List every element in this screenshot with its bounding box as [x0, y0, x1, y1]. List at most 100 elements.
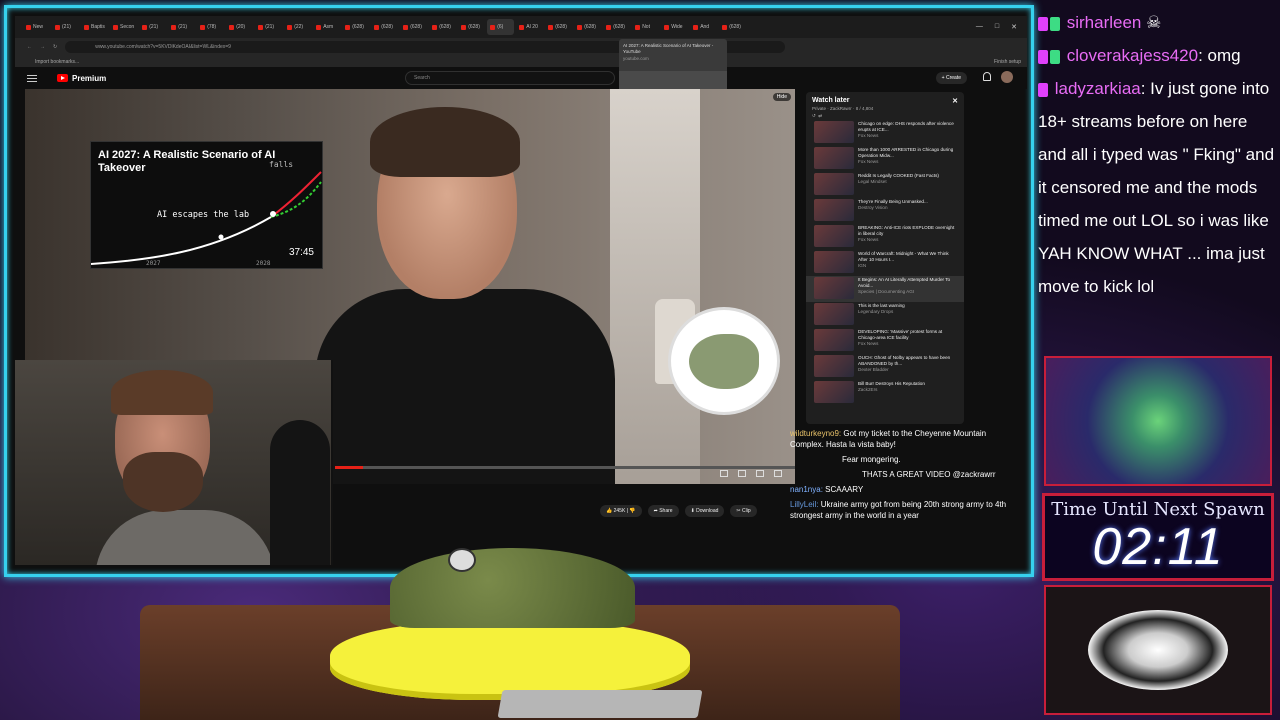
finish-setup-link[interactable]: Finish setup — [994, 59, 1027, 65]
player-controls — [720, 470, 782, 477]
browser-tab[interactable]: (21) — [139, 19, 166, 35]
moderator-badge-icon — [1050, 49, 1060, 64]
list-item[interactable]: BREAKING: Anti-ICE riots EXPLODE overnig… — [806, 224, 964, 250]
browser-tab[interactable]: (20) — [226, 19, 253, 35]
timer-label: Time Until Next Spawn — [1051, 499, 1265, 520]
browser-tab[interactable]: (628) — [371, 19, 398, 35]
tab-favicon — [84, 24, 89, 30]
video-thumbnail — [814, 173, 854, 195]
browser-tab[interactable]: (628) — [400, 19, 427, 35]
streamer-body — [95, 510, 275, 565]
video-thumbnail — [814, 355, 854, 377]
browser-tab[interactable]: (21) — [52, 19, 79, 35]
reload-icon[interactable]: ↻ — [53, 44, 57, 50]
video-thumbnail — [814, 303, 854, 325]
browser-tab[interactable]: Wide — [661, 19, 688, 35]
fullscreen-icon[interactable] — [774, 470, 782, 477]
video-thumbnail — [814, 225, 854, 247]
close-icon[interactable]: ✕ — [952, 97, 958, 105]
list-item[interactable]: They're Finally Being Unmasked... Destroy… — [806, 198, 964, 224]
notifications-bell-icon[interactable] — [983, 72, 991, 81]
browser-tab[interactable]: (628) — [719, 19, 746, 35]
list-item[interactable]: Reddit Is Legally COOKED (Fast Facts) Leg… — [806, 172, 964, 198]
loop-icon[interactable]: ↺ — [812, 113, 816, 118]
chat-username: LillyLeil: — [790, 500, 819, 509]
browser-tab-active[interactable]: (6) — [487, 19, 515, 35]
list-item[interactable]: This is the last warning Legendary Drops — [806, 302, 964, 328]
avatar[interactable] — [1001, 71, 1013, 83]
browser-tab[interactable]: (21) — [168, 19, 195, 35]
forward-icon[interactable]: → — [40, 44, 45, 50]
thumbnail-year-start: 2027 — [146, 260, 161, 267]
timer-value: 02:11 — [1092, 518, 1224, 576]
chat-username: nan1nya: — [790, 485, 823, 494]
chat-message: sirharleen ☠ — [1038, 6, 1276, 39]
search-input[interactable]: Search — [405, 71, 615, 85]
video-actions: 👍 245K | 👎 ➦ Share ⬇ Download ✂ Clip — [600, 505, 757, 517]
octopus-icon — [689, 333, 759, 389]
browser-tab[interactable]: Baptis — [81, 19, 108, 35]
tab-favicon — [490, 24, 496, 30]
browser-tab[interactable]: (628) — [342, 19, 369, 35]
chat-message: nan1nya: SCAAARY — [790, 485, 864, 494]
download-button[interactable]: ⬇ Download — [684, 505, 725, 517]
maximize-icon[interactable]: □ — [995, 23, 999, 31]
dislike-icon[interactable]: 👎 — [629, 508, 635, 514]
hide-button[interactable]: Hide — [772, 93, 791, 101]
back-icon[interactable]: ← — [27, 44, 32, 50]
tooltip-domain: youtube.com — [623, 55, 649, 61]
theater-icon[interactable] — [756, 470, 764, 477]
list-item[interactable]: Chicago on edge: DHS responds after viol… — [806, 120, 964, 146]
tab-favicon — [200, 24, 206, 30]
browser-tab[interactable]: And — [690, 19, 717, 35]
import-bookmarks-link[interactable]: Import bookmarks... — [35, 59, 79, 65]
like-button[interactable]: 👍 245K | 👎 — [600, 505, 642, 517]
list-item[interactable]: More than 1000 ARRESTED in Chicago durin… — [806, 146, 964, 172]
browser-tab[interactable]: (21) — [255, 19, 282, 35]
browser-tab[interactable]: (78) — [197, 19, 224, 35]
panel-title: Watch later — [812, 97, 850, 104]
clip-button[interactable]: ✂ Clip — [730, 505, 757, 517]
list-item[interactable]: DEVELOPING: 'Massive' protest forms at C… — [806, 328, 964, 354]
browser-tab[interactable]: AI 20 — [516, 19, 543, 35]
list-item[interactable]: Bill Burr Destroys His Reputation Zack2Er… — [806, 380, 964, 406]
minimize-icon[interactable]: — — [976, 23, 983, 31]
watch-later-panel: Watch later ✕ Private · ZackRawrr · 8 / 4… — [806, 92, 964, 424]
share-button[interactable]: ➦ Share — [647, 505, 679, 517]
video-progress-bar[interactable] — [335, 466, 795, 469]
shuffle-icon[interactable]: ⇄ — [818, 113, 822, 118]
browser-tab[interactable]: Not — [632, 19, 659, 35]
browser-tab[interactable]: (628) — [545, 19, 572, 35]
browser-tab[interactable]: (628) — [603, 19, 630, 35]
video-thumbnail — [814, 121, 854, 143]
tab-favicon — [461, 24, 467, 30]
webcam-feed — [15, 360, 333, 565]
settings-icon[interactable] — [738, 470, 746, 477]
bookmarks-bar: Import bookmarks... Finish setup — [15, 56, 1027, 67]
tab-favicon — [548, 24, 554, 30]
create-button[interactable]: + Create — [935, 72, 967, 84]
browser-tab[interactable]: New — [23, 19, 50, 35]
hamburger-menu-icon[interactable] — [27, 74, 37, 82]
youtube-logo[interactable]: Premium — [57, 74, 106, 83]
list-item-current[interactable]: It Begins: An AI Literally Attempted Mur… — [806, 276, 964, 302]
list-item[interactable]: OUCH: Ghost of Nolby appears to have bee… — [806, 354, 964, 380]
browser-tab[interactable]: Asm — [313, 19, 340, 35]
streamer-beard — [123, 452, 203, 512]
list-item[interactable]: World of Warcraft: Midnight - What We Th… — [806, 250, 964, 276]
browser-tab[interactable]: (628) — [429, 19, 456, 35]
tab-favicon — [664, 24, 670, 30]
video-progress-fill — [335, 466, 363, 469]
thumbnail-duration: 37:45 — [288, 247, 314, 258]
panel-subtitle: Private · ZackRawrr · 8 / 4,804 — [812, 106, 874, 111]
stream-layout: New (21) Baptis Secon (21) (21) (78) (20… — [0, 0, 1280, 720]
browser-tab[interactable]: (22) — [284, 19, 311, 35]
presenter-body — [315, 289, 615, 484]
browser-tab[interactable]: (628) — [458, 19, 485, 35]
browser-tab[interactable]: Secon — [110, 19, 137, 35]
close-icon[interactable]: ✕ — [1011, 23, 1017, 31]
captions-icon[interactable] — [720, 470, 728, 477]
tab-favicon — [287, 24, 293, 30]
video-thumbnail — [814, 251, 854, 273]
browser-tab[interactable]: (628) — [574, 19, 601, 35]
